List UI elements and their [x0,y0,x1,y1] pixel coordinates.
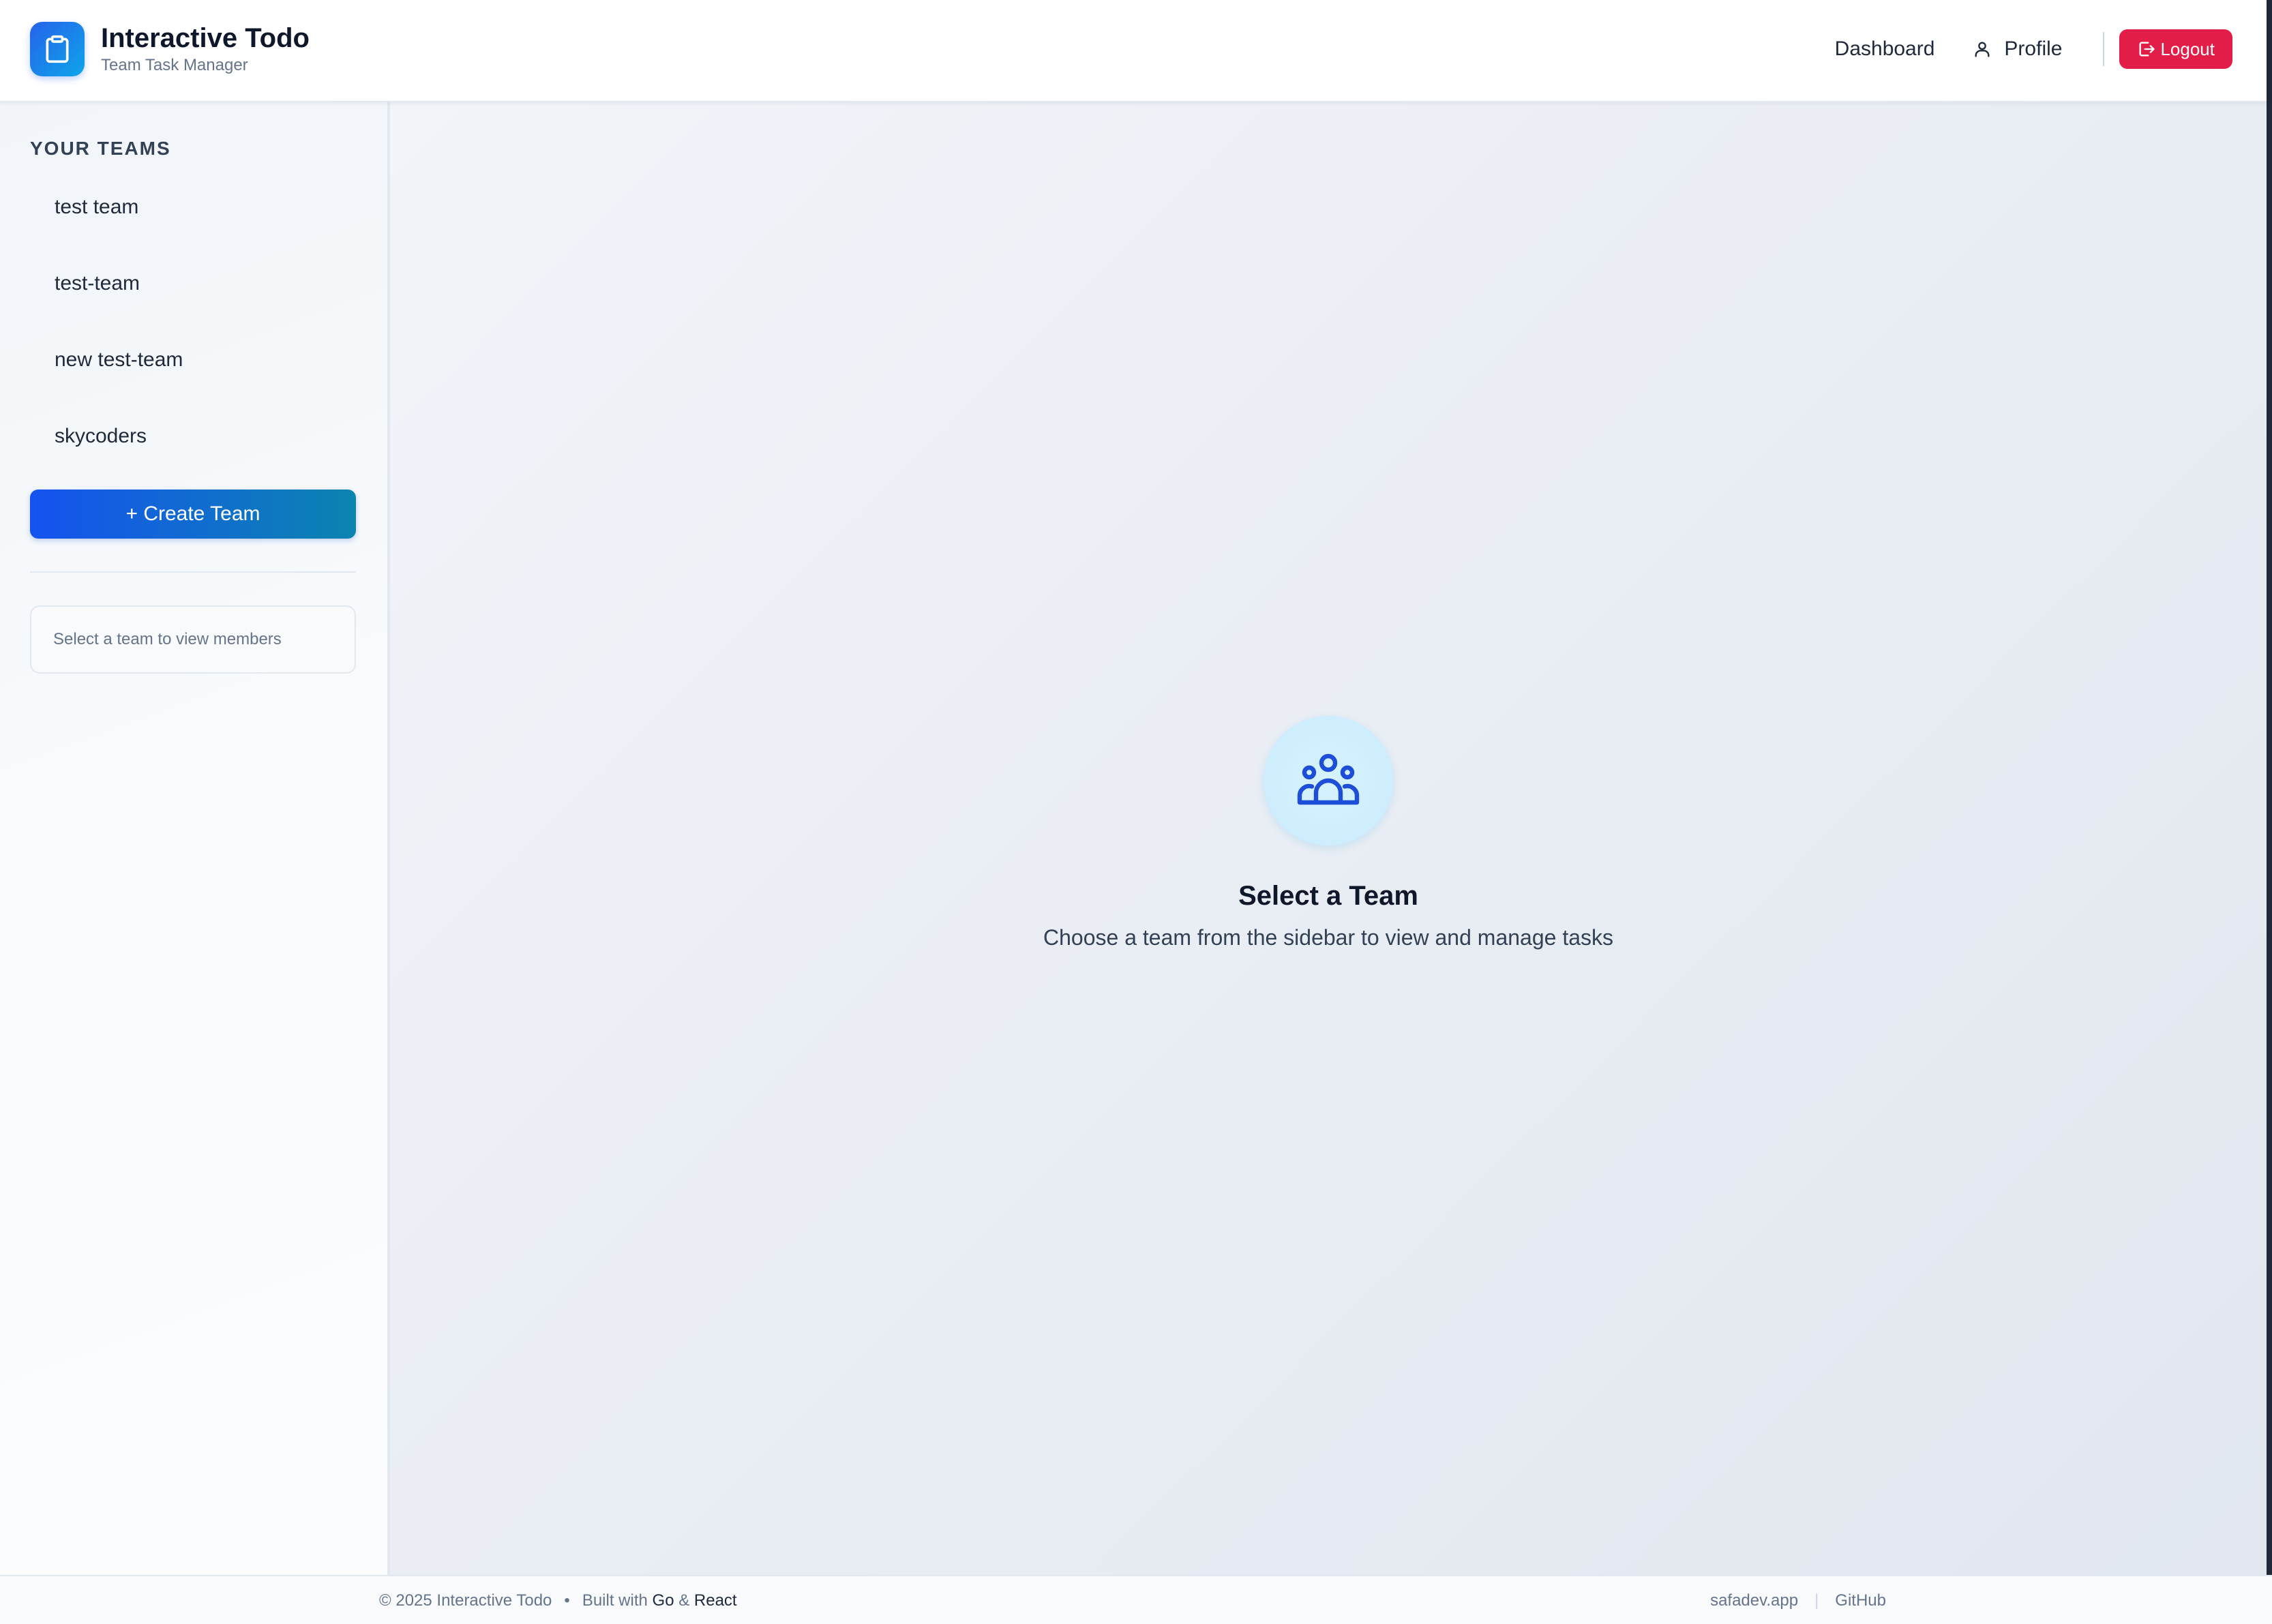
main-content: Select a Team Choose a team from the sid… [390,102,2267,1575]
footer-separator: • [564,1591,570,1610]
app-subtitle: Team Task Manager [101,56,248,74]
create-team-button[interactable]: + Create Team [30,490,356,539]
logout-button[interactable]: Logout [2119,29,2232,69]
footer-links: safadev.app | GitHub [1710,1576,1886,1624]
nav-dashboard-label: Dashboard [1834,37,1935,60]
brand-text: Interactive Todo Team Task Manager [101,22,310,76]
empty-state-subtitle: Choose a team from the sidebar to view a… [1043,925,1613,950]
top-header: Interactive Todo Team Task Manager Dashb… [0,0,2267,102]
footer-copyright: © 2025 Interactive Todo [379,1591,552,1610]
users-icon [1264,716,1393,845]
footer-tech-react: React [693,1591,737,1610]
user-icon [1973,40,1992,59]
footer-link-safadev[interactable]: safadev.app [1710,1591,1798,1610]
app-root: Interactive Todo Team Task Manager Dashb… [0,0,2272,1624]
logout-label: Logout [2160,38,2215,59]
nav-profile-label: Profile [2004,37,2063,60]
sidebar-item-new-test-team[interactable]: new test-team [30,322,357,398]
team-item-label: test team [55,196,139,218]
clipboard-icon [30,22,85,76]
nav-dashboard-link[interactable]: Dashboard [1816,29,1954,70]
empty-state: Select a Team Choose a team from the sid… [390,716,2267,952]
sidebar-item-skycoders[interactable]: skycoders [30,398,357,475]
members-placeholder: Select a team to view members [53,630,282,648]
window-edge [2267,0,2272,1575]
footer-link-github[interactable]: GitHub [1835,1591,1886,1610]
sidebar-divider [30,571,356,573]
nav-divider [2103,32,2105,66]
logout-icon [2137,40,2156,59]
team-item-label: test-team [55,272,140,295]
sidebar: YOUR TEAMS test team test-team new test-… [0,102,390,1575]
team-members-panel: Select a team to view members [30,605,356,674]
sidebar-item-test-team[interactable]: test team [30,169,357,245]
team-item-label: skycoders [55,425,147,447]
footer-amp: & [678,1591,690,1610]
team-item-label: new test-team [55,348,183,371]
footer-pipe: | [1814,1591,1819,1610]
sidebar-item-test-team-dash[interactable]: test-team [30,245,357,322]
app-title: Interactive Todo [101,23,310,53]
footer-tech-go: Go [652,1591,674,1610]
header-nav: Dashboard Profile Logout [1816,29,2232,70]
nav-profile-link[interactable]: Profile [1954,29,2081,70]
footer: © 2025 Interactive Todo • Built with Go … [0,1575,2272,1624]
team-list: test team test-team new test-team skycod… [30,169,357,475]
brand[interactable]: Interactive Todo Team Task Manager [30,22,310,76]
footer-built-with: Built with [582,1591,648,1610]
footer-credits: © 2025 Interactive Todo • Built with Go … [379,1576,737,1624]
empty-state-title: Select a Team [1238,881,1418,911]
sidebar-heading: YOUR TEAMS [30,138,171,159]
